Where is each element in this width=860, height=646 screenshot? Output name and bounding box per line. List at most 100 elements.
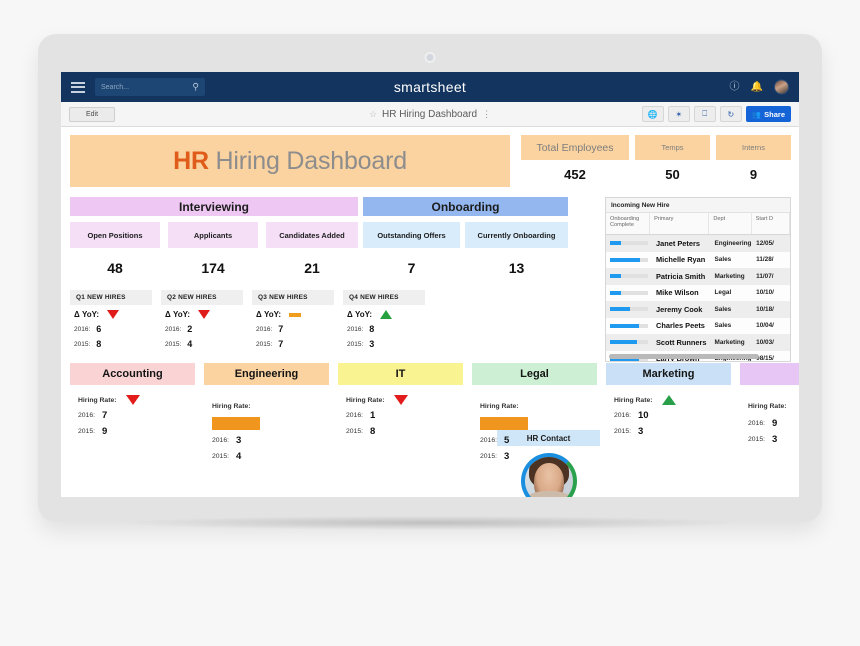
table-row[interactable]: Mike WilsonLegal10/10/ <box>606 285 790 302</box>
metric-value-outstanding-offers: 7 <box>363 260 460 276</box>
presentation-button[interactable]: ⎕ <box>694 106 716 122</box>
search-input[interactable]: Search... ⚲ <box>95 78 205 96</box>
year-value: 3 <box>772 434 777 445</box>
quarter-2015-row: 2015: 4 <box>161 339 243 349</box>
year-value: 3 <box>369 339 374 349</box>
incoming-new-hire-title: Incoming New Hire <box>606 198 790 213</box>
year-label: 2016: <box>748 420 765 427</box>
smartsheet-logo: smartsheet <box>394 79 466 95</box>
yoy-label: Δ YoY: <box>256 310 281 319</box>
primary-name-cell: Patricia Smith <box>652 272 711 281</box>
dept-name: Accounting <box>70 363 195 385</box>
table-row[interactable]: Janet PetersEngineering12/05/ <box>606 235 790 252</box>
year-value: 10 <box>638 410 649 421</box>
metric-chip-open-positions[interactable]: Open Positions <box>70 222 160 248</box>
year-value: 8 <box>96 339 101 349</box>
year-label: 2015: <box>256 341 272 348</box>
year-value: 3 <box>236 435 241 446</box>
column-header-dept[interactable]: Dept <box>709 213 751 234</box>
quarter-yoy-row: Δ YoY: <box>343 310 425 319</box>
trend-flat-icon <box>289 313 301 317</box>
people-icon: 👥 <box>752 110 761 119</box>
yoy-label: Δ YoY: <box>347 310 372 319</box>
column-header-start-date[interactable]: Start D <box>752 213 790 234</box>
quarter-yoy-row: Δ YoY: <box>70 310 152 319</box>
metric-chip-currently-onboarding[interactable]: Currently Onboarding <box>465 222 568 248</box>
metric-chip-candidates-added[interactable]: Candidates Added <box>266 222 358 248</box>
table-row[interactable]: Charles PeetsSales10/04/ <box>606 318 790 335</box>
dept-2015-row: 2015: 9 <box>78 426 195 437</box>
edit-button[interactable]: Edit <box>69 107 115 122</box>
dept-name: Legal <box>472 363 597 385</box>
trend-down-icon <box>126 395 140 405</box>
table-row[interactable]: Scott RunnersMarketing10/03/ <box>606 334 790 351</box>
year-label: 2016: <box>78 412 95 419</box>
publish-globe-button[interactable]: 🌐 <box>642 106 664 122</box>
dept-2015-row: 2015: 3 <box>480 451 597 462</box>
table-row[interactable]: Patricia SmithMarketing11/07/ <box>606 268 790 285</box>
quarter-header: Q3 NEW HIRES <box>252 290 334 305</box>
dept-name: S <box>740 363 799 385</box>
search-icon: ⚲ <box>192 82 199 93</box>
column-header-onboarding-complete[interactable]: Onboarding Complete <box>606 213 650 234</box>
document-toolbar: Edit ☆ HR Hiring Dashboard ⋮ 🌐 ✶ ⎕ ↻ 👥 S… <box>61 102 799 127</box>
more-options-icon[interactable]: ⋮ <box>482 109 491 120</box>
dept-cell: Legal <box>711 289 753 296</box>
laptop-shadow <box>120 516 740 530</box>
year-label: 2015: <box>346 428 363 435</box>
kpi-value: 50 <box>635 167 710 182</box>
start-date-cell: 12/05/ <box>752 240 790 247</box>
primary-name-cell: Michelle Ryan <box>652 255 711 264</box>
progress-fill <box>610 274 621 278</box>
progress-track <box>610 241 648 245</box>
progress-fill <box>610 340 637 344</box>
dept-rate-row: Hiring Rate: <box>480 395 597 430</box>
user-avatar[interactable] <box>774 80 789 95</box>
year-label: 2016: <box>614 412 631 419</box>
dept-2015-row: 2015: 3 <box>748 434 799 445</box>
kpi-label: Interns <box>716 135 791 160</box>
dept-2016-row: 2016: 5 <box>480 435 597 446</box>
kpi-total-employees: Total Employees 452 <box>521 135 629 182</box>
share-button[interactable]: 👥 Share <box>746 106 791 122</box>
share-label: Share <box>764 110 785 119</box>
hiring-rate-label: Hiring Rate: <box>78 397 117 404</box>
star-outline-icon[interactable]: ☆ <box>369 109 377 120</box>
onboarding-progress-cell <box>606 340 652 344</box>
page-title: HR Hiring Dashboard <box>382 109 477 120</box>
metric-chip-outstanding-offers[interactable]: Outstanding Offers <box>363 222 460 248</box>
dept-body: Hiring Rate: 2016: 5 2015: 3 <box>472 385 597 462</box>
onboarding-progress-cell <box>606 291 652 295</box>
column-header-primary[interactable]: Primary <box>650 213 709 234</box>
table-row[interactable]: Michelle RyanSales11/28/ <box>606 252 790 269</box>
automation-button[interactable]: ✶ <box>668 106 690 122</box>
notification-bell-icon[interactable]: 🔔 <box>751 82 763 92</box>
year-value: 5 <box>504 435 509 446</box>
screen: Search... ⚲ smartsheet ⓘ 🔔 Edit ☆ HR Hir… <box>61 72 799 497</box>
metric-chip-applicants[interactable]: Applicants <box>168 222 258 248</box>
year-value: 8 <box>369 324 374 334</box>
year-value: 8 <box>370 426 375 437</box>
start-date-cell: 10/04/ <box>752 322 790 329</box>
activity-log-button[interactable]: ↻ <box>720 106 742 122</box>
table-row[interactable]: Jeremy CookSales10/18/ <box>606 301 790 318</box>
dept-name: Marketing <box>606 363 731 385</box>
dept-card-it: IT Hiring Rate: 2016: 1 2015: 8 <box>338 363 463 437</box>
trend-up-icon <box>662 395 676 405</box>
section-header-onboarding: Onboarding <box>363 197 568 216</box>
quarter-card-q1: Q1 NEW HIRES Δ YoY: 2016: 6 2015: 8 <box>70 290 152 349</box>
hamburger-icon[interactable] <box>71 79 85 95</box>
help-icon[interactable]: ⓘ <box>730 82 740 92</box>
hiring-rate-label: Hiring Rate: <box>212 403 251 410</box>
progress-track <box>610 258 648 262</box>
rate-bar-indicator <box>212 417 260 430</box>
kpi-group: Total Employees 452 Temps 50 Interns 9 <box>521 135 791 182</box>
quarter-header: Q1 NEW HIRES <box>70 290 152 305</box>
quarter-header: Q4 NEW HIRES <box>343 290 425 305</box>
dept-cell: Sales <box>711 256 753 263</box>
horizontal-scrollbar[interactable] <box>609 354 759 359</box>
progress-fill <box>610 324 639 328</box>
dept-2016-row: 2016: 9 <box>748 418 799 429</box>
quarter-yoy-row: Δ YoY: <box>161 310 243 319</box>
dept-body: Hiring Rate: 2016: 10 2015: 3 <box>606 385 731 437</box>
